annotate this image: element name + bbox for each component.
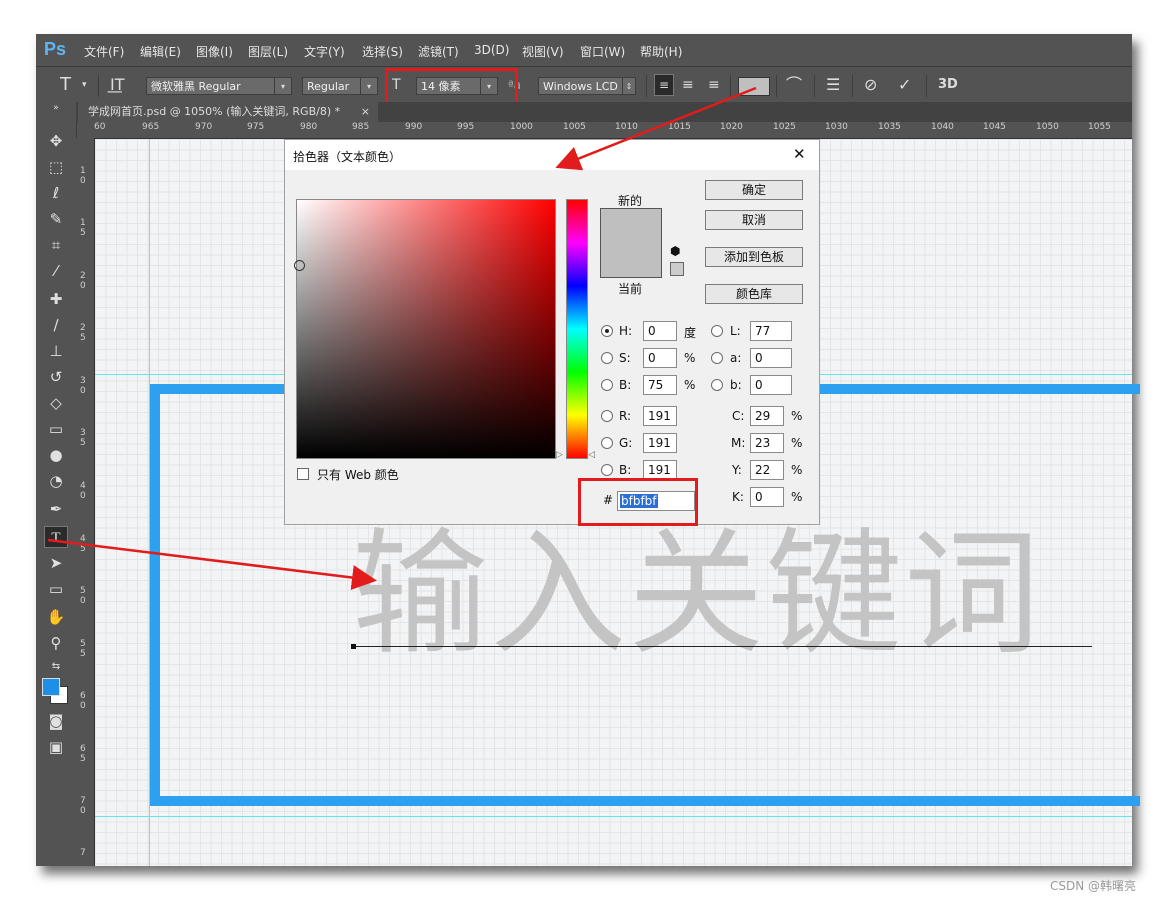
arrow-tool-to-text	[47, 538, 377, 590]
watermark: CSDN @韩曙亮	[1050, 879, 1137, 893]
arrow-swatch-to-dialog	[555, 86, 757, 171]
foreground-color-swatch[interactable]	[42, 678, 60, 696]
annotation-arrows	[47, 86, 757, 590]
